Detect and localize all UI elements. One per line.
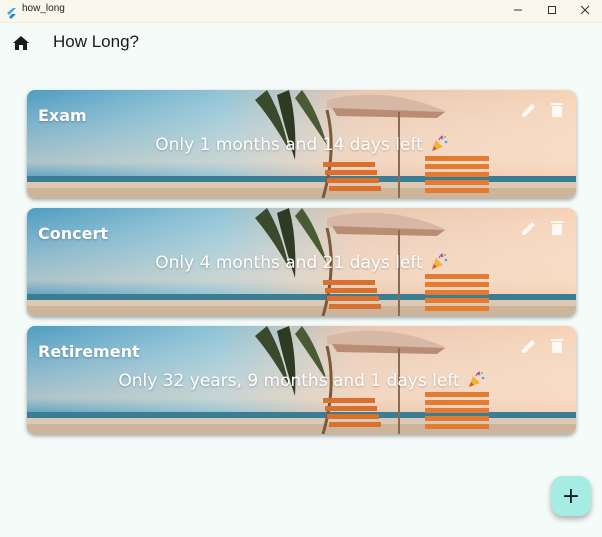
delete-button[interactable] xyxy=(547,100,567,120)
party-popper-icon xyxy=(467,371,485,394)
maximize-icon xyxy=(547,4,557,19)
pencil-icon xyxy=(519,222,539,242)
window-title: how_long xyxy=(22,3,65,14)
card-countdown-message: Only 1 months and 14 days left xyxy=(27,135,576,158)
card-title: Retirement xyxy=(38,342,140,361)
trash-icon xyxy=(547,103,567,124)
edit-button[interactable] xyxy=(519,336,539,356)
pencil-icon xyxy=(519,104,539,124)
card-countdown-message: Only 4 months and 21 days left xyxy=(27,253,576,276)
maximize-button[interactable] xyxy=(535,0,569,22)
page-title: How Long? xyxy=(53,32,140,51)
party-popper-icon xyxy=(430,135,448,158)
delete-button[interactable] xyxy=(547,336,567,356)
party-popper-icon xyxy=(430,253,448,276)
countdown-text: Only 1 months and 14 days left xyxy=(155,135,423,155)
countdown-card-concert[interactable]: Concert Only 4 months and 21 days left xyxy=(27,208,576,316)
countdown-text: Only 32 years, 9 months and 1 days left xyxy=(118,371,460,391)
add-countdown-button[interactable]: + xyxy=(551,476,591,516)
edit-button[interactable] xyxy=(519,218,539,238)
pencil-icon xyxy=(519,340,539,360)
window-titlebar: how_long xyxy=(0,0,602,23)
close-icon xyxy=(580,4,590,19)
card-title: Concert xyxy=(38,224,108,243)
add-icon: + xyxy=(561,483,581,509)
card-title: Exam xyxy=(38,106,87,125)
edit-button[interactable] xyxy=(519,100,539,120)
minimize-button[interactable] xyxy=(501,0,535,22)
app-bar: How Long? xyxy=(0,22,602,66)
minimize-icon xyxy=(513,4,523,19)
countdown-card-retirement[interactable]: Retirement Only 32 years, 9 months and 1… xyxy=(27,326,576,434)
countdown-list: Exam Only 1 months and 14 days left Conc… xyxy=(27,90,576,444)
home-icon xyxy=(10,36,32,58)
home-button[interactable] xyxy=(10,32,32,54)
countdown-card-exam[interactable]: Exam Only 1 months and 14 days left xyxy=(27,90,576,198)
delete-button[interactable] xyxy=(547,218,567,238)
trash-icon xyxy=(547,221,567,242)
trash-icon xyxy=(547,339,567,360)
close-button[interactable] xyxy=(568,0,602,22)
card-countdown-message: Only 32 years, 9 months and 1 days left xyxy=(27,371,576,394)
countdown-text: Only 4 months and 21 days left xyxy=(155,253,423,273)
